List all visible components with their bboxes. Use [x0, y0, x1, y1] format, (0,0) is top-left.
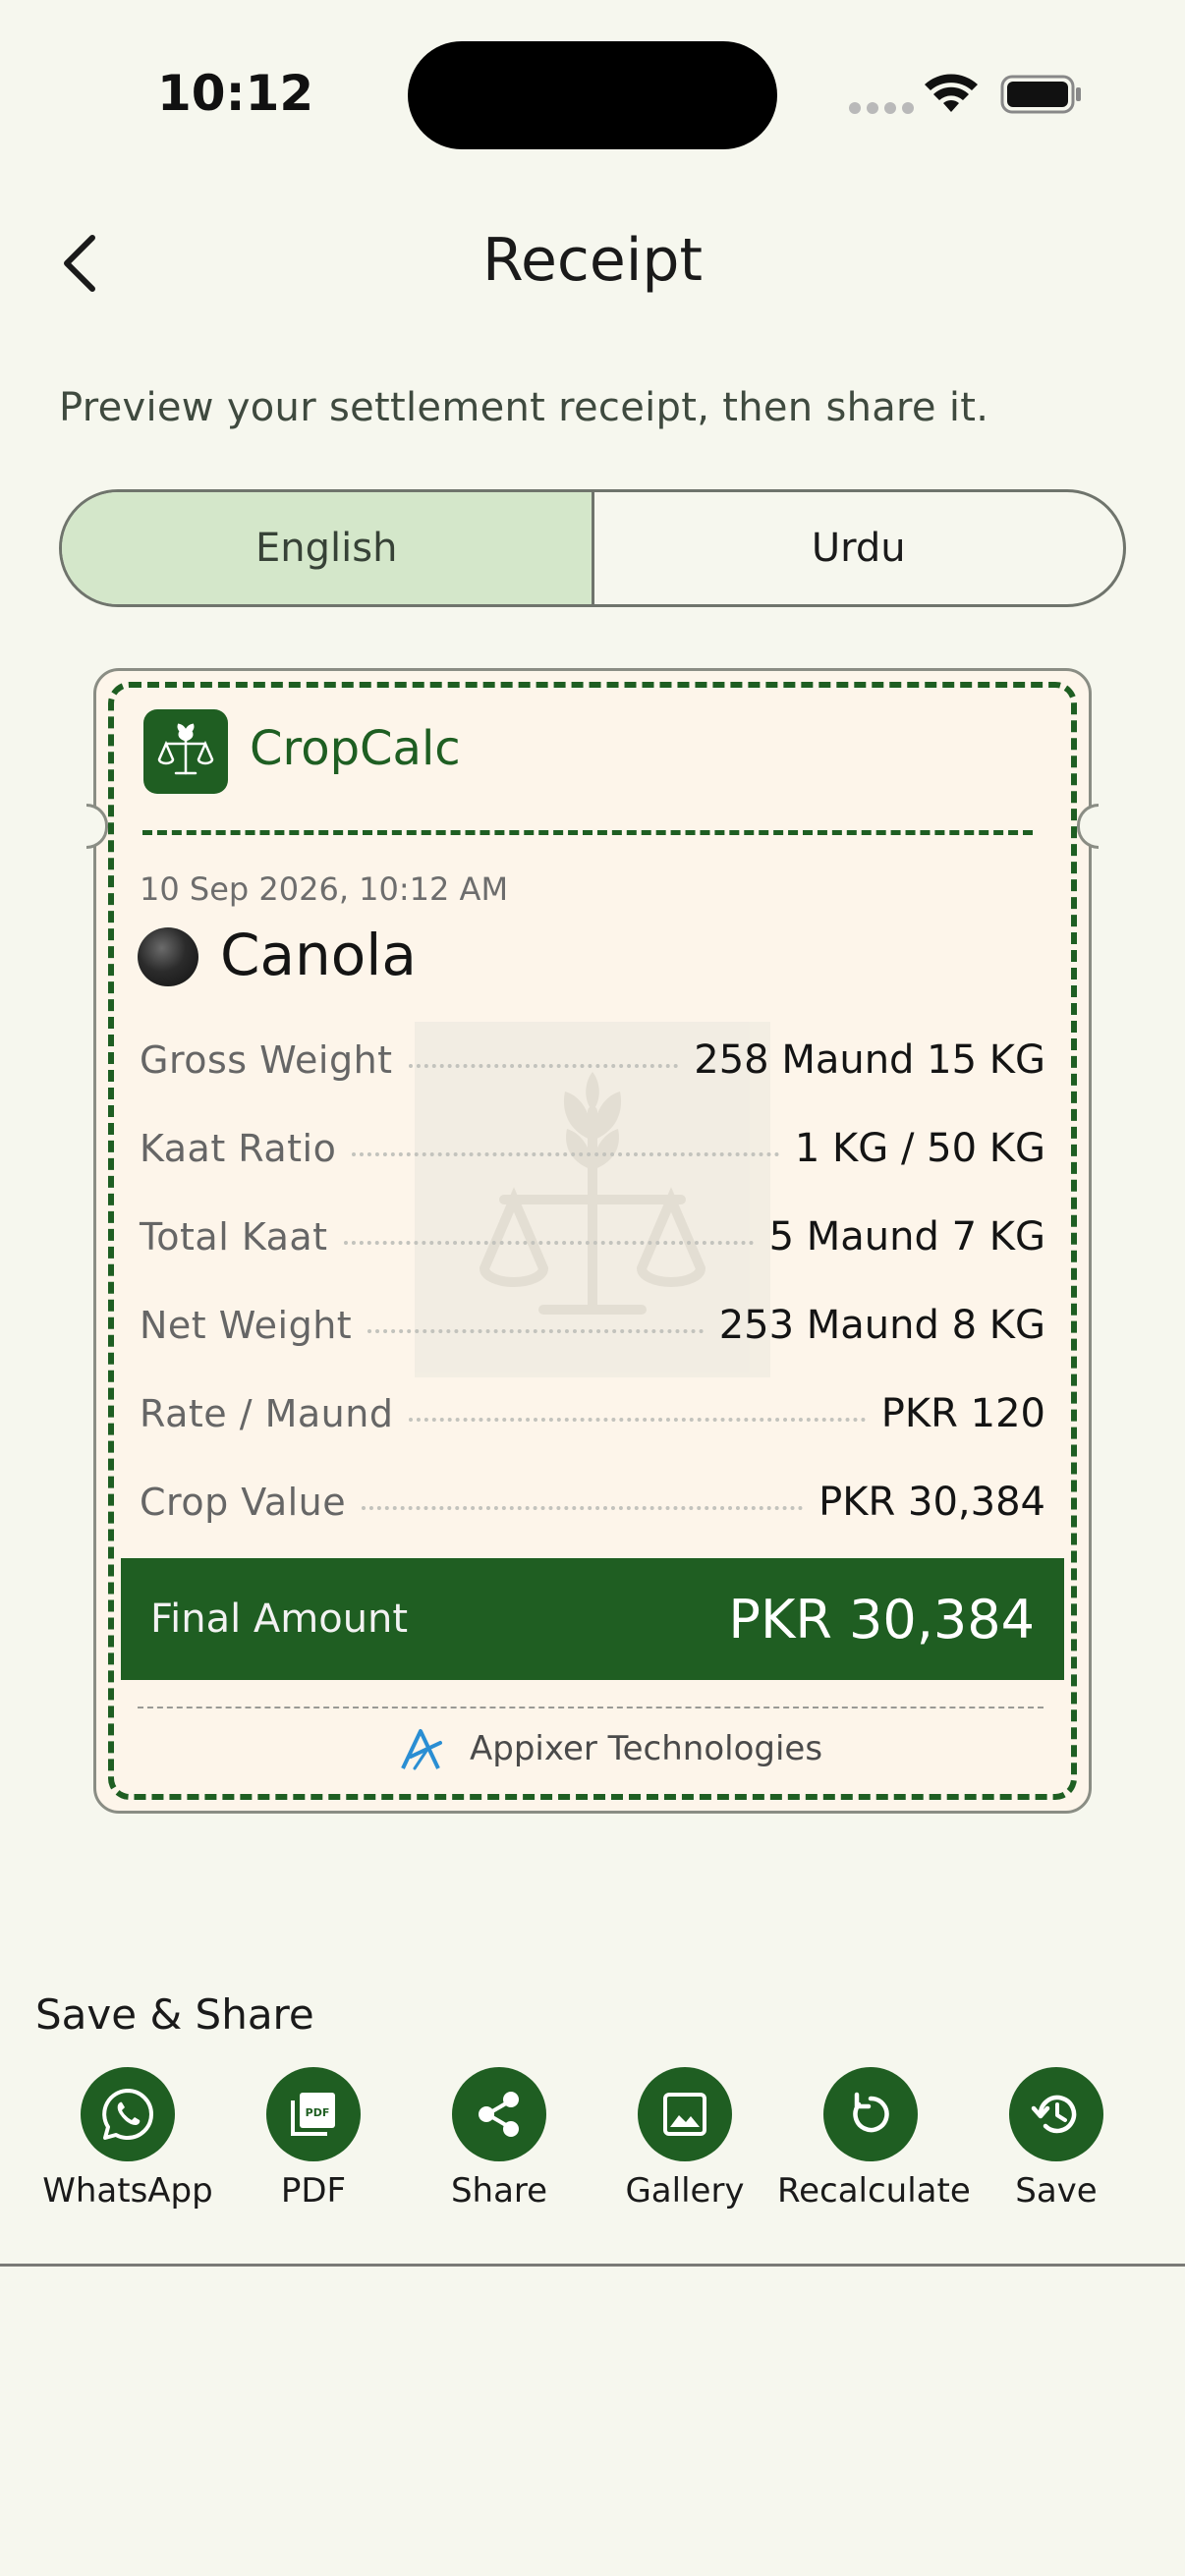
status-bar: 10:12	[0, 0, 1185, 187]
recalculate-icon-circle	[823, 2067, 918, 2161]
share-icon-circle	[452, 2067, 546, 2161]
share-button[interactable]: Share	[406, 2067, 592, 2211]
receipt-row-net-weight: Net Weight 253 Maund 8 KG	[140, 1281, 1045, 1370]
save-icon-circle	[1009, 2067, 1103, 2161]
receipt-row-gross-weight: Gross Weight 258 Maund 15 KG	[140, 1016, 1045, 1104]
language-option-english[interactable]: English	[62, 492, 592, 604]
receipt-row-total-kaat: Total Kaat 5 Maund 7 KG	[140, 1193, 1045, 1281]
receipt-row-rate-per-maund: Rate / Maund PKR 120	[140, 1370, 1045, 1458]
share-icon	[479, 2092, 519, 2137]
status-time: 10:12	[157, 65, 314, 122]
row-label: Total Kaat	[140, 1215, 328, 1259]
row-label: Crop Value	[140, 1481, 347, 1524]
page-subtitle: Preview your settlement receipt, then sh…	[59, 385, 989, 430]
row-value: PKR 30,384	[818, 1480, 1045, 1525]
recalculate-label: Recalculate	[777, 2171, 971, 2211]
row-value: PKR 120	[880, 1391, 1045, 1436]
receipt-footer-divider	[138, 1707, 1044, 1708]
history-icon	[1031, 2095, 1077, 2134]
gallery-button[interactable]: Gallery	[592, 2067, 778, 2211]
receipt-header-divider	[142, 830, 1033, 835]
save-label: Save	[1015, 2171, 1098, 2211]
whatsapp-icon-circle	[81, 2067, 175, 2161]
dotted-leader	[362, 1506, 804, 1510]
crop-name: Canola	[220, 922, 417, 988]
gallery-icon	[663, 2093, 706, 2136]
svg-text:PDF: PDF	[306, 2106, 330, 2119]
receipt-row-crop-value: Crop Value PKR 30,384	[140, 1458, 1045, 1546]
final-amount-label: Final Amount	[150, 1596, 409, 1642]
dotted-leader	[408, 1064, 679, 1068]
whatsapp-button[interactable]: WhatsApp	[34, 2067, 221, 2211]
language-option-urdu[interactable]: Urdu	[591, 492, 1124, 604]
row-value: 5 Maund 7 KG	[768, 1214, 1045, 1260]
final-amount-bar: Final Amount PKR 30,384	[121, 1558, 1064, 1680]
row-label: Gross Weight	[140, 1038, 393, 1082]
bottom-divider	[0, 2264, 1185, 2267]
whatsapp-icon	[102, 2089, 153, 2140]
save-button[interactable]: Save	[963, 2067, 1150, 2211]
row-label: Kaat Ratio	[140, 1127, 337, 1170]
app-logo	[143, 709, 228, 794]
app-name: CropCalc	[250, 721, 461, 776]
language-toggle: English Urdu	[59, 489, 1126, 607]
wifi-icon	[925, 74, 978, 112]
pdf-icon-circle: PDF	[266, 2067, 361, 2161]
crop-seed-icon	[138, 927, 198, 986]
receipt-rows: Gross Weight 258 Maund 15 KG Kaat Ratio …	[140, 1016, 1045, 1546]
row-value: 258 Maund 15 KG	[694, 1037, 1045, 1083]
recalculate-button[interactable]: Recalculate	[777, 2067, 971, 2211]
page-title: Receipt	[481, 226, 704, 295]
row-label: Net Weight	[140, 1304, 353, 1347]
dotted-leader	[409, 1418, 866, 1422]
receipt-row-kaat-ratio: Kaat Ratio 1 KG / 50 KG	[140, 1104, 1045, 1193]
row-label: Rate / Maund	[140, 1392, 394, 1435]
scale-wheat-icon	[157, 723, 214, 775]
dotted-leader	[343, 1241, 754, 1245]
pdf-icon: PDF	[291, 2093, 335, 2136]
save-share-title: Save & Share	[35, 1990, 314, 2039]
dotted-leader	[352, 1152, 779, 1156]
row-value: 253 Maund 8 KG	[718, 1303, 1045, 1348]
battery-icon	[1000, 75, 1081, 114]
row-value: 1 KG / 50 KG	[794, 1126, 1045, 1171]
gallery-icon-circle	[638, 2067, 732, 2161]
dynamic-island	[408, 41, 777, 149]
share-actions: WhatsApp PDF PDF Share Gallery Recalcula…	[0, 2067, 1185, 2224]
whatsapp-label: WhatsApp	[42, 2171, 213, 2211]
final-amount-value: PKR 30,384	[728, 1588, 1035, 1651]
gallery-label: Gallery	[625, 2171, 745, 2211]
receipt-date: 10 Sep 2026, 10:12 AM	[140, 870, 509, 908]
pdf-label: PDF	[280, 2171, 347, 2211]
appixer-logo-icon	[401, 1729, 442, 1770]
dotted-leader	[367, 1329, 704, 1333]
share-label: Share	[450, 2171, 548, 2211]
pdf-button[interactable]: PDF PDF	[220, 2067, 407, 2211]
cellular-signal-icon	[849, 102, 914, 114]
refresh-icon	[853, 2092, 889, 2133]
company-name: Appixer Technologies	[470, 1729, 823, 1768]
